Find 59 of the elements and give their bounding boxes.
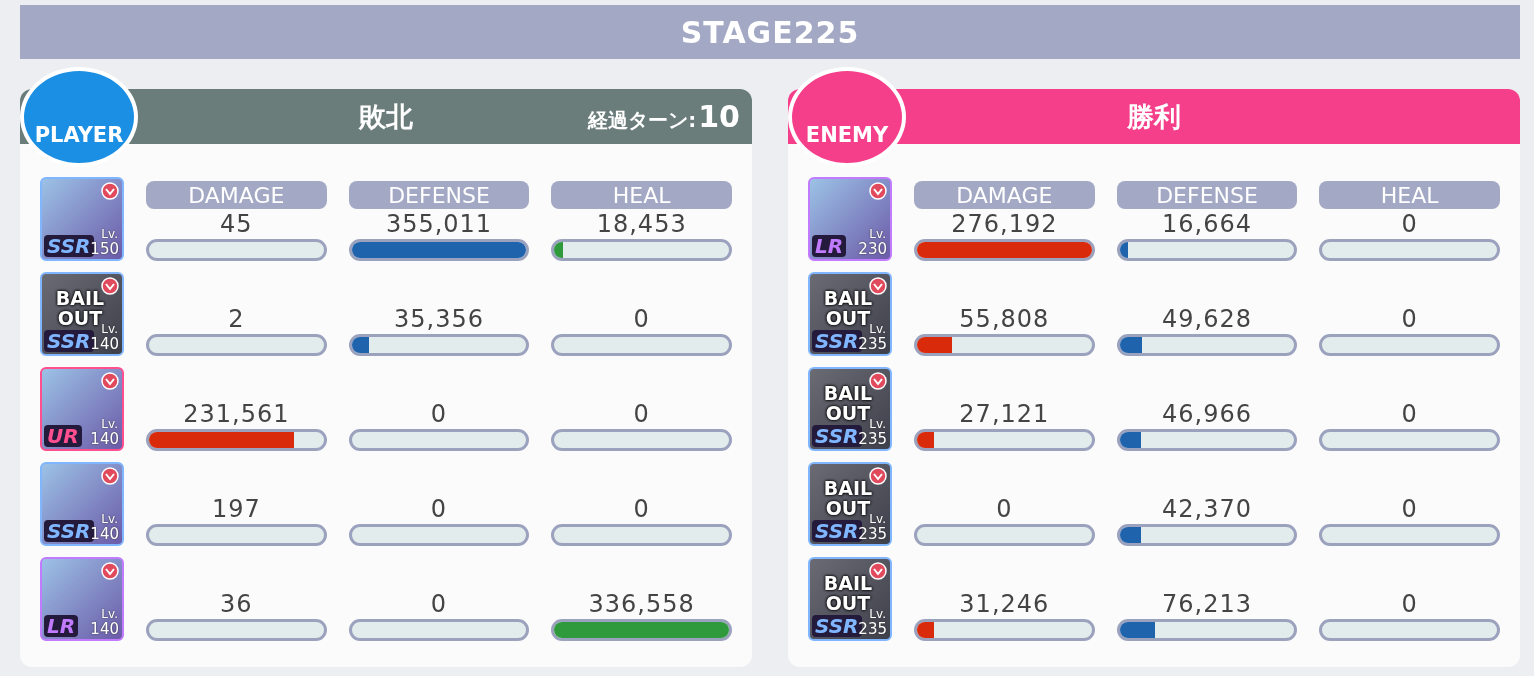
stat-header: HEAL: [551, 181, 732, 209]
stat-value: 197: [210, 494, 262, 524]
stat-value: 355,011: [384, 209, 494, 239]
level-label: Lv.: [101, 512, 118, 526]
stat-value: 276,192: [950, 209, 1059, 239]
stat-header: DEFENSE: [348, 181, 530, 209]
stat-value: 0: [429, 494, 449, 524]
stat-value: 0: [1400, 304, 1419, 334]
stat-value: 0: [995, 494, 1014, 524]
stat-header: DAMAGE: [914, 181, 1095, 209]
stat-value: 16,664: [1161, 209, 1253, 239]
turn-count: 10: [698, 99, 740, 134]
result-text: 勝利: [1127, 99, 1181, 134]
stat-value: 0: [429, 589, 449, 619]
level-label: Lv.: [869, 227, 886, 241]
result-text: 敗北: [359, 99, 413, 134]
stat-value: 0: [632, 399, 651, 429]
level-label: Lv.: [101, 227, 118, 241]
stat-value: 31,246: [958, 589, 1051, 619]
stat-value: 0: [632, 304, 651, 334]
stat-value: 42,370: [1161, 494, 1253, 524]
stat-value: 0: [1400, 209, 1419, 239]
rarity-label: UR: [44, 425, 82, 447]
stat-value: 0: [632, 494, 651, 524]
turn-label: 経過ターン:: [588, 107, 697, 134]
stat-value: 18,453: [595, 209, 688, 239]
rarity-label: LR: [812, 235, 847, 257]
stat-value: 36: [219, 589, 254, 619]
side-badge: PLAYER: [20, 67, 138, 167]
stat-value: 27,121: [958, 399, 1051, 429]
level-label: Lv.: [869, 417, 886, 431]
stat-value: 336,558: [587, 589, 696, 619]
stat-value: 0: [1400, 399, 1419, 429]
level-label: Lv.: [869, 512, 886, 526]
stat-header: DAMAGE: [146, 181, 327, 209]
stat-value: 0: [1400, 494, 1419, 524]
stat-value: 76,213: [1161, 589, 1253, 619]
stat-value: 0: [429, 399, 449, 429]
stat-header: HEAL: [1319, 181, 1500, 209]
level-label: Lv.: [869, 322, 886, 336]
level-label: Lv.: [101, 322, 118, 336]
stat-value: 46,966: [1161, 399, 1253, 429]
level-number: 140: [90, 620, 119, 638]
level-label: Lv.: [101, 607, 118, 621]
level-label: Lv.: [101, 417, 118, 431]
stat-value: 2: [227, 304, 246, 334]
stat-header: DEFENSE: [1116, 181, 1298, 209]
stat-value: 45: [219, 209, 254, 239]
stat-value: 49,628: [1161, 304, 1253, 334]
side-badge: ENEMY: [788, 67, 906, 167]
stat-value: 0: [1400, 589, 1419, 619]
stat-value: 35,356: [393, 304, 485, 334]
level-label: Lv.: [869, 607, 886, 621]
stat-value: 55,808: [958, 304, 1051, 334]
level-number: 140: [90, 430, 119, 448]
rarity-label: LR: [44, 615, 79, 637]
level-number: 230: [858, 240, 887, 258]
stage-title: STAGE225: [20, 5, 1520, 59]
stat-value: 231,561: [182, 399, 291, 429]
